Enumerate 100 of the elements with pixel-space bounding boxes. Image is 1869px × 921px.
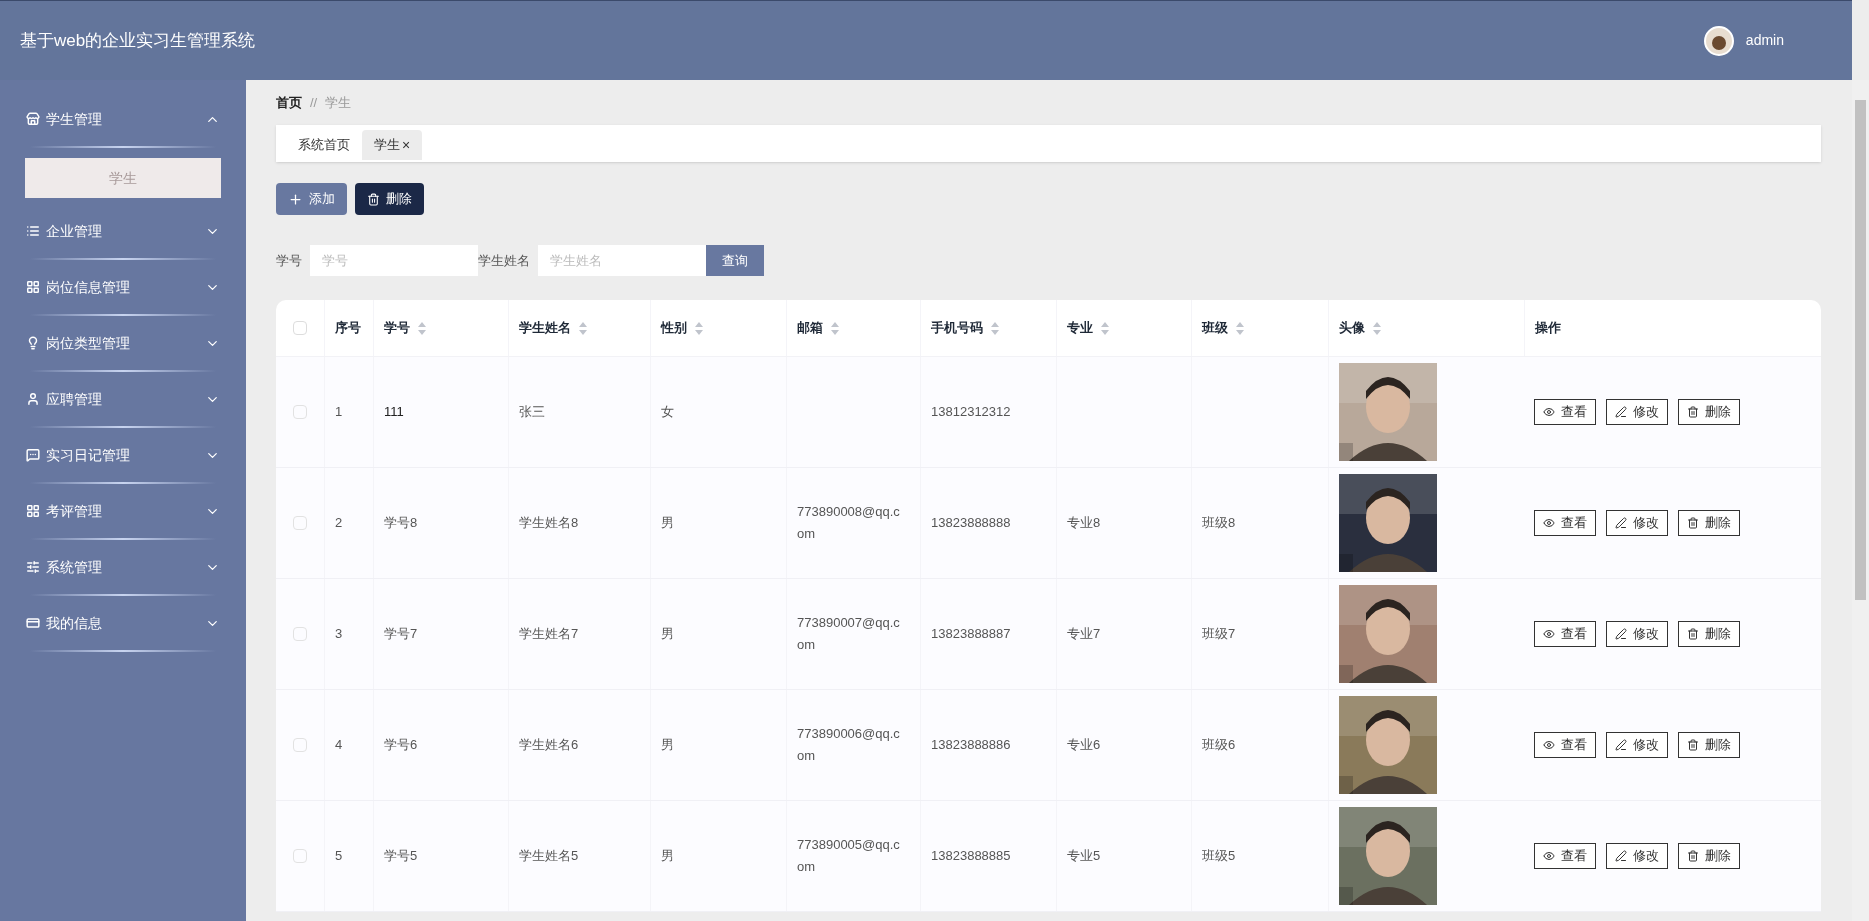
pen-icon: [1615, 628, 1627, 640]
trash-icon: [1687, 628, 1699, 640]
view-button[interactable]: 查看: [1534, 399, 1596, 425]
sort-icon[interactable]: [1373, 321, 1381, 335]
sort-icon[interactable]: [695, 321, 703, 335]
menu-item[interactable]: 企业管理: [22, 204, 224, 258]
table-cell-text: 773890006@qq.com: [797, 725, 901, 765]
delete-row-button[interactable]: 删除: [1678, 399, 1740, 425]
sort-icon[interactable]: [579, 321, 587, 335]
query-button[interactable]: 查询: [706, 245, 764, 276]
sort-icon[interactable]: [1101, 321, 1109, 335]
table-cell-text: 4: [335, 736, 343, 754]
avatar[interactable]: [1703, 25, 1734, 56]
menu-label: 应聘管理: [46, 389, 102, 409]
menu-label: 学生管理: [46, 109, 102, 129]
table-cell-text: 13823888888: [931, 514, 1011, 532]
table-cell-text: 专业8: [1067, 514, 1101, 532]
menu-item[interactable]: 学生管理: [22, 92, 224, 146]
view-button[interactable]: 查看: [1534, 732, 1596, 758]
eye-icon: [1543, 850, 1555, 862]
table-cell-text: 学号8: [384, 514, 418, 532]
app-title: 基于web的企业实习生管理系统: [20, 29, 256, 52]
delete-row-button[interactable]: 删除: [1678, 843, 1740, 869]
sort-icon[interactable]: [418, 321, 426, 335]
menu-item[interactable]: 系统管理: [22, 540, 224, 594]
table-cell-text: 13823888887: [931, 625, 1011, 643]
table-cell-text: 男: [661, 736, 674, 754]
pen-icon: [1615, 739, 1627, 751]
sort-icon[interactable]: [991, 321, 999, 335]
menu-item[interactable]: 应聘管理: [22, 372, 224, 426]
table-cell-text: 773890005@qq.com: [797, 836, 901, 876]
menu-item[interactable]: 考评管理: [22, 484, 224, 538]
sort-icon[interactable]: [831, 321, 839, 335]
table-cell-text: 学生姓名5: [519, 847, 579, 865]
row-checkbox[interactable]: [293, 738, 307, 752]
plus-icon: [288, 191, 303, 207]
table-cell-text: 13812312312: [931, 403, 1011, 421]
bulb-icon: [26, 336, 40, 350]
table-cell-text: 3: [335, 625, 343, 643]
column-header: 班级: [1202, 319, 1228, 338]
table-cell-text: 773890007@qq.com: [797, 614, 901, 654]
breadcrumb-link[interactable]: 首页: [276, 92, 302, 113]
column-header: 邮箱: [797, 319, 823, 338]
table-cell-text: 班级5: [1202, 847, 1236, 865]
grid-icon: [26, 504, 40, 518]
delete-row-button[interactable]: 删除: [1678, 732, 1740, 758]
table-cell-text: 2: [335, 514, 343, 532]
trash-icon: [1687, 406, 1699, 418]
breadcrumb-separator: //: [310, 93, 318, 112]
sort-icon[interactable]: [1236, 321, 1244, 335]
edit-button[interactable]: 修改: [1606, 732, 1668, 758]
search-field[interactable]: 学生姓名: [538, 245, 706, 276]
table-cell-text: 773890008@qq.com: [797, 503, 901, 543]
table-cell-text: 张三: [519, 403, 545, 421]
view-button[interactable]: 查看: [1534, 621, 1596, 647]
table-cell-text: 1: [335, 403, 343, 421]
row-checkbox[interactable]: [293, 405, 307, 419]
row-checkbox[interactable]: [293, 516, 307, 530]
card-icon: [26, 616, 40, 630]
table-cell-text: 专业6: [1067, 736, 1101, 754]
column-header: 操作: [1535, 319, 1561, 338]
table-cell-text: 男: [661, 847, 674, 865]
menu-item[interactable]: 岗位类型管理: [22, 316, 224, 370]
grid-icon: [26, 280, 40, 294]
edit-button[interactable]: 修改: [1606, 843, 1668, 869]
table-cell-text: 学生姓名6: [519, 736, 579, 754]
eye-icon: [1543, 517, 1555, 529]
trash-icon: [1687, 850, 1699, 862]
menu-item[interactable]: 实习日记管理: [22, 428, 224, 482]
view-button[interactable]: 查看: [1534, 843, 1596, 869]
column-header: 序号: [335, 319, 361, 338]
column-header: 头像: [1339, 319, 1365, 338]
edit-button[interactable]: 修改: [1606, 399, 1668, 425]
table-cell-text: 班级7: [1202, 625, 1236, 643]
delete-row-button[interactable]: 删除: [1678, 510, 1740, 536]
menu-item[interactable]: 我的信息: [22, 596, 224, 650]
table-cell-text: 女: [661, 403, 674, 421]
edit-button[interactable]: 修改: [1606, 510, 1668, 536]
row-checkbox[interactable]: [293, 627, 307, 641]
column-header: 专业: [1067, 319, 1093, 338]
view-button[interactable]: 查看: [1534, 510, 1596, 536]
tab-close[interactable]: ×: [402, 134, 411, 156]
list-icon: [26, 224, 40, 238]
chat-icon: [26, 448, 40, 462]
tab[interactable]: 学生×: [362, 130, 423, 160]
edit-button[interactable]: 修改: [1606, 621, 1668, 647]
search-field[interactable]: 学号: [310, 245, 478, 276]
menu-label: 考评管理: [46, 501, 102, 521]
field-label: 学生姓名: [478, 251, 530, 270]
pen-icon: [1615, 406, 1627, 418]
delete-row-button[interactable]: 删除: [1678, 621, 1740, 647]
select-all-checkbox[interactable]: [293, 321, 307, 335]
table-cell-text: 学生姓名7: [519, 625, 579, 643]
sliders-icon: [26, 560, 40, 574]
table-cell-text: 13823888885: [931, 847, 1011, 865]
menu-item[interactable]: 岗位信息管理: [22, 260, 224, 314]
delete-button[interactable]: 删除: [355, 183, 424, 215]
user-name[interactable]: admin: [1745, 30, 1784, 51]
add-button[interactable]: 添加: [276, 183, 347, 215]
row-checkbox[interactable]: [293, 849, 307, 863]
